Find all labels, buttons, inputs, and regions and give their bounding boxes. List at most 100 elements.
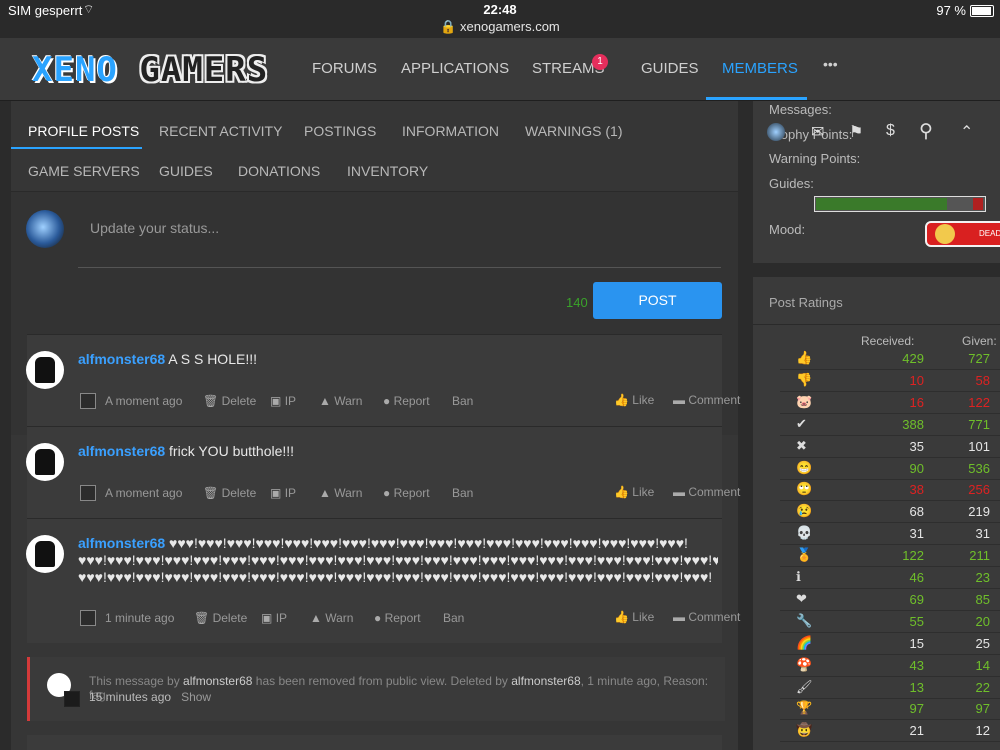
given-count: 771 — [968, 416, 990, 432]
site-logo[interactable]: XENO GAMERS — [32, 50, 268, 90]
deleter-user-link[interactable]: alfmonster68 — [511, 674, 580, 688]
tab-game-servers[interactable]: GAME SERVERS — [28, 163, 140, 179]
post-time[interactable]: A moment ago — [105, 486, 182, 500]
select-checkbox[interactable] — [80, 393, 96, 409]
url-text: xenogamers.com — [460, 19, 560, 34]
nav-guides[interactable]: GUIDES — [641, 60, 699, 77]
post-username[interactable]: alfmonster68 — [78, 443, 165, 459]
rating-row[interactable]: 🌈 15 25 — [780, 633, 1000, 655]
search-icon[interactable]: ⚲ — [919, 120, 933, 143]
envelope-icon[interactable]: ✉ — [811, 122, 824, 142]
tab-warnings[interactable]: WARNINGS (1) — [525, 123, 622, 139]
like-link[interactable]: 👍 Like — [614, 610, 654, 624]
rating-row[interactable]: 💀 31 31 — [780, 523, 1000, 546]
rating-row[interactable]: 😁 90 536 — [780, 458, 1000, 480]
rating-row[interactable]: 🐷 16 122 — [780, 392, 1000, 414]
avatar[interactable] — [767, 123, 785, 141]
select-checkbox[interactable] — [64, 691, 80, 707]
tab-inventory[interactable]: INVENTORY — [347, 163, 428, 179]
post-avatar[interactable] — [26, 351, 64, 389]
rating-row[interactable]: 🍄 43 14 — [780, 655, 1000, 677]
post-username[interactable]: alfmonster68 — [78, 351, 165, 367]
status-input[interactable]: Update your status... — [78, 212, 721, 268]
ip-link[interactable]: ▣ IP — [270, 486, 296, 500]
tab-profile-posts[interactable]: PROFILE POSTS — [28, 123, 139, 139]
more-icon[interactable]: ••• — [823, 56, 838, 72]
tab-information[interactable]: INFORMATION — [402, 123, 499, 139]
given-count: 211 — [969, 548, 990, 564]
logo-gamers: GAMERS — [139, 50, 269, 90]
ratings-divider — [753, 324, 1000, 325]
tab-postings[interactable]: POSTINGS — [304, 123, 376, 139]
delete-link[interactable]: 🗑 Delete — [194, 611, 247, 625]
rating-row[interactable]: ❤ 69 85 — [780, 589, 1000, 611]
warn-link[interactable]: ▲ Warn — [310, 611, 353, 625]
warn-link[interactable]: ▲ Warn — [319, 486, 362, 500]
received-count: 69 — [909, 591, 924, 607]
tab-recent-activity[interactable]: RECENT ACTIVITY — [159, 123, 282, 139]
rating-row[interactable]: ✖ 35 101 — [780, 436, 1000, 458]
post-avatar[interactable] — [26, 443, 64, 481]
rating-icon: ✔ — [796, 415, 807, 431]
rating-row[interactable]: 👍 429 727 — [780, 348, 1000, 370]
like-link[interactable]: 👍 Like — [614, 485, 654, 499]
select-checkbox[interactable] — [80, 610, 96, 626]
warn-link[interactable]: ▲ Warn — [319, 394, 362, 408]
warn-label: Warn — [334, 394, 363, 408]
id-card-icon: ▣ — [270, 394, 282, 408]
flag-icon[interactable]: ⚑ — [849, 122, 863, 142]
chevron-up-icon[interactable]: ⌃ — [960, 122, 973, 142]
show-link[interactable]: Show — [181, 690, 211, 704]
rating-row[interactable]: ℹ 46 23 — [780, 567, 1000, 589]
tab-donations[interactable]: DONATIONS — [238, 163, 320, 179]
like-link[interactable]: 👍 Like — [614, 393, 654, 407]
post-button[interactable]: POST — [593, 282, 722, 319]
delete-link[interactable]: 🗑 Delete — [203, 394, 256, 408]
rating-icon: 🌈 — [796, 634, 813, 650]
mood-badge[interactable]: DEAD — [925, 221, 1000, 247]
report-link[interactable]: ● Report — [374, 611, 421, 625]
report-link[interactable]: ● Report — [383, 486, 430, 500]
nav-applications[interactable]: APPLICATIONS — [401, 60, 509, 77]
comment-link[interactable]: ▬ Comment — [673, 393, 740, 407]
ip-link[interactable]: ▣ IP — [270, 394, 296, 408]
tab-guides[interactable]: GUIDES — [159, 163, 213, 179]
rating-row[interactable]: 😢 68 219 — [780, 501, 1000, 524]
given-count: 25 — [975, 635, 990, 651]
delete-link[interactable]: 🗑 Delete — [203, 486, 256, 500]
comment-link[interactable]: ▬ Comment — [673, 485, 740, 499]
ban-link[interactable]: Ban — [452, 394, 473, 408]
comment-link[interactable]: ▬ Comment — [673, 610, 740, 624]
post-time[interactable]: A moment ago — [105, 394, 182, 408]
rating-row[interactable]: 🏆 97 97 — [780, 698, 1000, 721]
report-link[interactable]: ● Report — [383, 394, 430, 408]
rating-row[interactable]: 🖌 13 22 — [780, 677, 1000, 699]
dead-face-icon — [935, 224, 955, 244]
profile-post: alfmonster68 frick YOU butthole!!! A mom… — [26, 426, 740, 518]
rating-row[interactable]: 🔧 55 20 — [780, 611, 1000, 633]
given-count: 31 — [975, 526, 990, 542]
rating-row[interactable]: 🏅 122 211 — [780, 545, 1000, 568]
nav-forums[interactable]: FORUMS — [312, 60, 377, 77]
ban-link[interactable]: Ban — [452, 486, 473, 500]
select-checkbox[interactable] — [80, 485, 96, 501]
post-time[interactable]: 1 minute ago — [105, 611, 174, 625]
dollar-icon[interactable]: $ — [886, 122, 895, 140]
next-post-edge — [27, 735, 722, 750]
tab-active-indicator — [11, 147, 142, 149]
ban-link[interactable]: Ban — [443, 611, 464, 625]
rating-row[interactable]: ✔ 388 771 — [780, 414, 1000, 436]
rating-row[interactable]: 🙄 38 256 — [780, 479, 1000, 502]
char-counter: 140 — [566, 295, 588, 310]
rating-icon: 😁 — [796, 459, 813, 475]
rating-row[interactable]: 👎 10 58 — [780, 370, 1000, 392]
ip-link[interactable]: ▣ IP — [261, 611, 287, 625]
removed-user-link[interactable]: alfmonster68 — [183, 674, 252, 688]
post-avatar[interactable] — [26, 535, 64, 573]
rating-row[interactable]: 🤠 21 12 — [780, 720, 1000, 743]
nav-members[interactable]: MEMBERS — [722, 60, 798, 77]
post-username[interactable]: alfmonster68 — [78, 535, 165, 551]
removed-timestamp[interactable]: 15 minutes ago — [89, 690, 171, 704]
given-count: 85 — [975, 591, 990, 607]
address-bar[interactable]: 🔒 xenogamers.com — [0, 19, 1000, 35]
